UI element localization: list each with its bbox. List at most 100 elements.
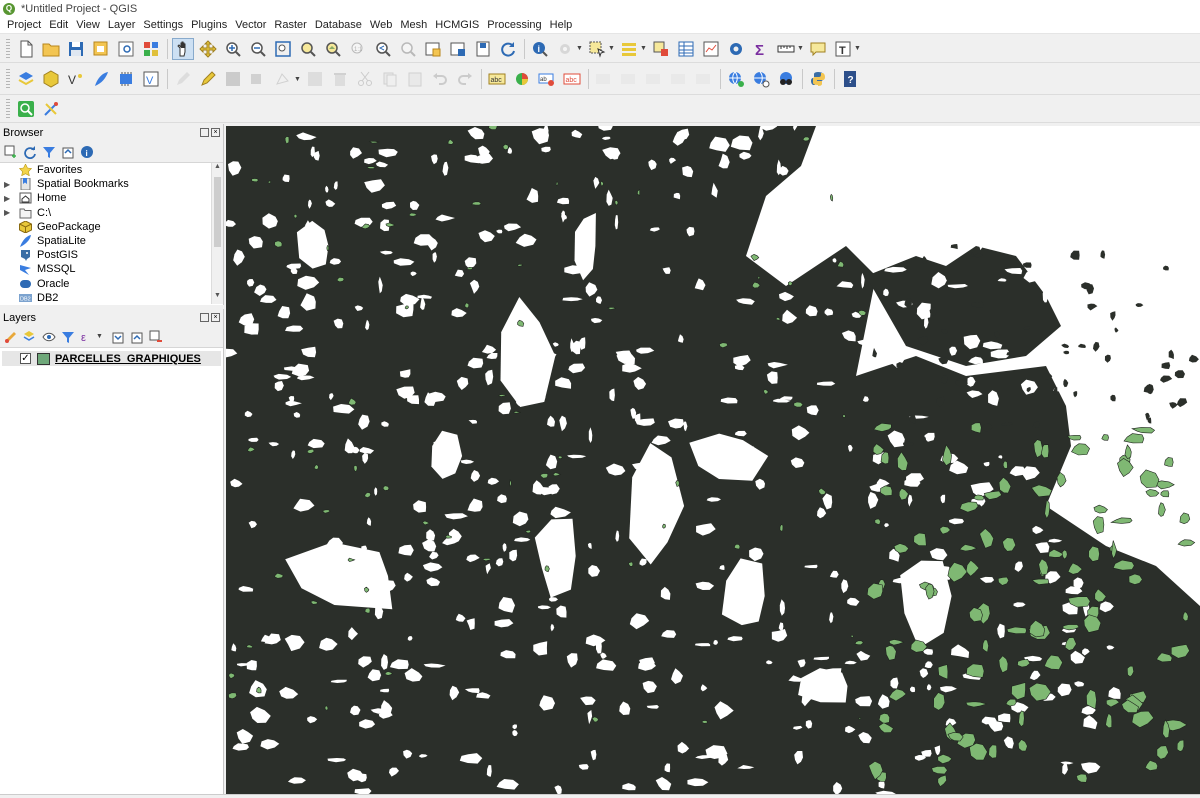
layer-row-parcelles[interactable]: ✓ PARCELLES_GRAPHIQUES	[2, 351, 221, 366]
chevron-down-icon[interactable]: ▼	[640, 45, 647, 52]
menu-hcmgis[interactable]: HCMGIS	[431, 19, 483, 31]
map-render[interactable]	[226, 126, 1200, 794]
close-icon[interactable]: ×	[211, 128, 220, 137]
toolbar-grip[interactable]	[6, 69, 10, 89]
menu-edit[interactable]: Edit	[45, 19, 72, 31]
scroll-down-icon[interactable]: ▼	[212, 292, 223, 304]
refresh-button[interactable]	[497, 38, 519, 60]
measure-line-button[interactable]	[775, 38, 797, 60]
toolbar-grip[interactable]	[6, 38, 10, 59]
menu-database[interactable]: Database	[311, 19, 366, 31]
new-geopackage-button[interactable]	[40, 68, 62, 90]
browser-item-c-drive[interactable]: ▶ C:\	[0, 206, 223, 220]
move-label-button[interactable]	[618, 68, 640, 90]
layer-labeling-button[interactable]: abc	[486, 68, 508, 90]
refresh-browser-button[interactable]	[23, 145, 37, 159]
cut-features-button[interactable]	[354, 68, 376, 90]
layer-diagram-button[interactable]	[511, 68, 533, 90]
rotate-label-button[interactable]	[643, 68, 665, 90]
show-hide-labels-button[interactable]	[593, 68, 615, 90]
highlight-pinned-labels-button[interactable]: ab	[536, 68, 558, 90]
zoom-next-button[interactable]	[397, 38, 419, 60]
delete-selected-button[interactable]	[329, 68, 351, 90]
open-layer-styling-button[interactable]	[4, 330, 18, 344]
menu-view[interactable]: View	[72, 19, 104, 31]
print-layout-button[interactable]	[115, 38, 137, 60]
menu-layer[interactable]: Layer	[104, 19, 140, 31]
paste-features-button[interactable]	[404, 68, 426, 90]
browser-item-favorites[interactable]: Favorites	[0, 163, 223, 177]
add-group-button[interactable]	[23, 330, 37, 344]
filter-browser-button[interactable]	[42, 145, 56, 159]
remove-layer-button[interactable]	[149, 330, 163, 344]
pin-unpin-labels-button[interactable]: abc	[561, 68, 583, 90]
run-action-button[interactable]	[554, 38, 576, 60]
menu-project[interactable]: Project	[3, 19, 45, 31]
toggle-editing-button[interactable]	[197, 68, 219, 90]
select-by-value-button[interactable]	[618, 38, 640, 60]
menu-vector[interactable]: Vector	[231, 19, 270, 31]
select-features-button[interactable]	[586, 38, 608, 60]
zoom-to-selection-button[interactable]	[297, 38, 319, 60]
chevron-down-icon[interactable]: ▼	[854, 45, 861, 52]
python-console-button[interactable]	[807, 68, 829, 90]
browser-item-postgis[interactable]: PostGIS	[0, 248, 223, 262]
data-source-manager-button[interactable]	[15, 68, 37, 90]
browser-item-mssql[interactable]: MSSQL	[0, 262, 223, 276]
filter-by-expression-button[interactable]: ε	[80, 330, 94, 344]
text-annotation-button[interactable]: T	[832, 38, 854, 60]
new-virtual-layer-button[interactable]: V	[140, 68, 162, 90]
deselect-all-button[interactable]	[650, 38, 672, 60]
layer-visibility-checkbox[interactable]: ✓	[20, 353, 31, 364]
processing-toolbox-button[interactable]	[725, 38, 747, 60]
vertex-tool-button[interactable]	[272, 68, 294, 90]
chevron-right-icon[interactable]: ▶	[4, 208, 14, 217]
save-project-button[interactable]	[65, 38, 87, 60]
change-label-button[interactable]	[668, 68, 690, 90]
quickmapservices-button[interactable]	[775, 68, 797, 90]
browser-item-db2[interactable]: DB2 DB2	[0, 291, 223, 305]
float-panel-icon[interactable]	[200, 313, 209, 322]
scroll-up-icon[interactable]: ▲	[212, 163, 223, 175]
layer-symbol-swatch[interactable]	[37, 352, 50, 365]
browser-item-spatial-bookmarks[interactable]: ▶ Spatial Bookmarks	[0, 177, 223, 191]
chevron-down-icon[interactable]: ▼	[96, 333, 103, 340]
zoom-in-button[interactable]	[222, 38, 244, 60]
attribute-table-button[interactable]	[675, 38, 697, 60]
manage-map-themes-button[interactable]	[42, 330, 56, 344]
browser-item-spatialite[interactable]: SpatiaLite	[0, 234, 223, 248]
add-selected-layers-button[interactable]	[4, 145, 18, 159]
metasearch-button[interactable]	[725, 68, 747, 90]
browser-item-home[interactable]: ▶ Home	[0, 191, 223, 205]
new-map-view-button[interactable]	[422, 38, 444, 60]
zoom-out-button[interactable]	[247, 38, 269, 60]
map-tips-button[interactable]	[807, 38, 829, 60]
identify-features-button[interactable]: i	[529, 38, 551, 60]
chevron-down-icon[interactable]: ▼	[576, 45, 583, 52]
menu-processing[interactable]: Processing	[483, 19, 545, 31]
browser-scrollbar[interactable]: ▲ ▼	[211, 163, 223, 304]
modify-attributes-button[interactable]	[304, 68, 326, 90]
new-memory-layer-button[interactable]	[115, 68, 137, 90]
temporal-button[interactable]	[472, 38, 494, 60]
save-edits-button[interactable]	[222, 68, 244, 90]
chevron-right-icon[interactable]: ▶	[4, 194, 14, 203]
browser-item-oracle[interactable]: Oracle	[0, 277, 223, 291]
metasearch-add-button[interactable]	[750, 68, 772, 90]
current-edits-button[interactable]	[172, 68, 194, 90]
menu-mesh[interactable]: Mesh	[396, 19, 431, 31]
zoom-to-layer-button[interactable]	[322, 38, 344, 60]
open-project-button[interactable]	[40, 38, 62, 60]
help-contents-button[interactable]: ?	[839, 68, 861, 90]
toolbar-grip[interactable]	[6, 99, 10, 119]
new-shapefile-button[interactable]: V	[65, 68, 87, 90]
close-icon[interactable]: ×	[211, 313, 220, 322]
copy-features-button[interactable]	[379, 68, 401, 90]
menu-help[interactable]: Help	[546, 19, 577, 31]
collapse-all-layers-button[interactable]	[130, 330, 144, 344]
menu-raster[interactable]: Raster	[270, 19, 310, 31]
undo-button[interactable]	[429, 68, 451, 90]
zoom-full-button[interactable]	[272, 38, 294, 60]
chevron-down-icon[interactable]: ▼	[294, 76, 301, 83]
scrollbar-thumb[interactable]	[214, 177, 221, 247]
